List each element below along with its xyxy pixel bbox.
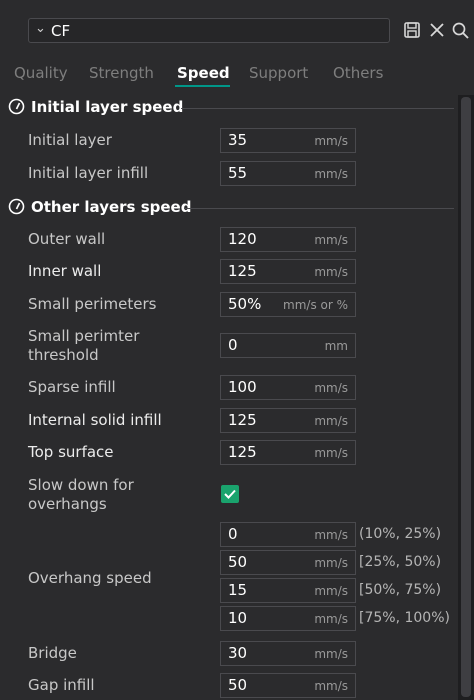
label-slow-down-overhangs-line2: overhangs <box>28 495 107 513</box>
section-other-layers-speed: Other layers speed <box>8 198 191 216</box>
speedometer-icon <box>8 198 25 215</box>
field-unit: mm/s <box>314 134 348 148</box>
field-unit: mm/s <box>314 647 348 661</box>
field-value: 125 <box>228 411 257 429</box>
field-unit: mm/s <box>314 446 348 460</box>
field-value: 125 <box>228 262 257 280</box>
field-value: 50 <box>228 553 248 571</box>
section-initial-layer-speed: Initial layer speed <box>8 98 183 116</box>
section-divider <box>181 108 454 109</box>
overhang-range-label: [75%, 100%) <box>359 610 450 626</box>
field-unit: mm/s <box>314 612 348 626</box>
checkmark-icon <box>224 489 236 499</box>
top-surface-input[interactable]: 125 mm/s <box>220 440 356 465</box>
outer-wall-input[interactable]: 120 mm/s <box>220 227 356 252</box>
label-internal-solid-infill: Internal solid infill <box>28 411 162 429</box>
internal-solid-infill-input[interactable]: 125 mm/s <box>220 408 356 433</box>
field-unit: mm/s <box>314 556 348 570</box>
preset-dropdown[interactable]: ⌄ CF <box>28 18 390 43</box>
field-value: 0 <box>228 336 238 354</box>
label-overhang-speed: Overhang speed <box>28 569 152 587</box>
label-sparse-infill: Sparse infill <box>28 378 116 396</box>
tab-strength[interactable]: Strength <box>89 64 154 82</box>
active-tab-indicator <box>175 85 230 87</box>
label-top-surface: Top surface <box>28 443 114 461</box>
label-small-perimeter-threshold-line1: Small perimter <box>28 327 140 345</box>
field-unit: mm/s <box>314 233 348 247</box>
label-outer-wall: Outer wall <box>28 230 106 248</box>
field-unit: mm <box>324 339 348 353</box>
section-title-text: Other layers speed <box>31 198 192 216</box>
field-unit: mm/s or % <box>283 298 348 312</box>
tab-support[interactable]: Support <box>249 64 308 82</box>
overhang-speed-input-1[interactable]: 0 mm/s <box>220 522 356 547</box>
overhang-speed-input-4[interactable]: 10 mm/s <box>220 606 356 631</box>
initial-layer-speed-input[interactable]: 35 mm/s <box>220 128 356 153</box>
field-unit: mm/s <box>314 167 348 181</box>
scrollbar-thumb[interactable] <box>461 97 471 697</box>
label-small-perimeter-threshold-line2: threshold <box>28 346 99 364</box>
section-title-text: Initial layer speed <box>31 98 184 116</box>
label-inner-wall: Inner wall <box>28 262 102 280</box>
field-value: 30 <box>228 644 248 662</box>
label-initial-layer-infill: Initial layer infill <box>28 164 149 182</box>
field-value: 0 <box>228 525 238 543</box>
tab-quality[interactable]: Quality <box>14 64 68 82</box>
gap-infill-input[interactable]: 50 mm/s <box>220 673 356 698</box>
search-icon[interactable] <box>451 20 469 40</box>
field-unit: mm/s <box>314 414 348 428</box>
label-initial-layer: Initial layer <box>28 131 112 149</box>
bridge-input[interactable]: 30 mm/s <box>220 641 356 666</box>
field-value: 10 <box>228 609 248 627</box>
field-value: 120 <box>228 230 257 248</box>
overhang-speed-input-2[interactable]: 50 mm/s <box>220 550 356 575</box>
field-value: 50% <box>228 295 262 313</box>
preset-name: CF <box>51 22 71 40</box>
field-value: 35 <box>228 131 248 149</box>
initial-layer-infill-input[interactable]: 55 mm/s <box>220 161 356 186</box>
save-icon[interactable] <box>403 20 421 40</box>
speedometer-icon <box>8 98 25 115</box>
tab-speed[interactable]: Speed <box>177 64 230 82</box>
field-value: 15 <box>228 581 248 599</box>
slow-down-overhangs-checkbox[interactable] <box>221 485 239 503</box>
overhang-speed-input-3[interactable]: 15 mm/s <box>220 578 356 603</box>
field-unit: mm/s <box>314 679 348 693</box>
chevron-down-icon: ⌄ <box>35 21 46 36</box>
tab-bar: Quality Strength Speed Support Others <box>0 62 474 88</box>
label-gap-infill: Gap infill <box>28 676 95 694</box>
sparse-infill-input[interactable]: 100 mm/s <box>220 375 356 400</box>
field-value: 125 <box>228 443 257 461</box>
field-value: 55 <box>228 164 248 182</box>
overhang-range-label: (10%, 25%) <box>359 526 442 542</box>
tab-others[interactable]: Others <box>333 64 383 82</box>
overhang-range-label: [50%, 75%) <box>359 582 442 598</box>
small-perimeter-threshold-input[interactable]: 0 mm <box>220 333 356 358</box>
scrollbar[interactable] <box>458 95 474 700</box>
field-unit: mm/s <box>314 381 348 395</box>
label-slow-down-overhangs-line1: Slow down for <box>28 476 134 494</box>
label-bridge: Bridge <box>28 644 77 662</box>
section-divider <box>184 208 454 209</box>
close-icon[interactable] <box>428 20 446 40</box>
field-unit: mm/s <box>314 584 348 598</box>
top-bar: ⌄ CF <box>0 0 474 52</box>
overhang-range-label: [25%, 50%) <box>359 554 442 570</box>
field-value: 100 <box>228 378 257 396</box>
inner-wall-input[interactable]: 125 mm/s <box>220 259 356 284</box>
field-value: 50 <box>228 676 248 694</box>
field-unit: mm/s <box>314 528 348 542</box>
label-small-perimeters: Small perimeters <box>28 295 157 313</box>
field-unit: mm/s <box>314 265 348 279</box>
small-perimeters-input[interactable]: 50% mm/s or % <box>220 292 356 317</box>
